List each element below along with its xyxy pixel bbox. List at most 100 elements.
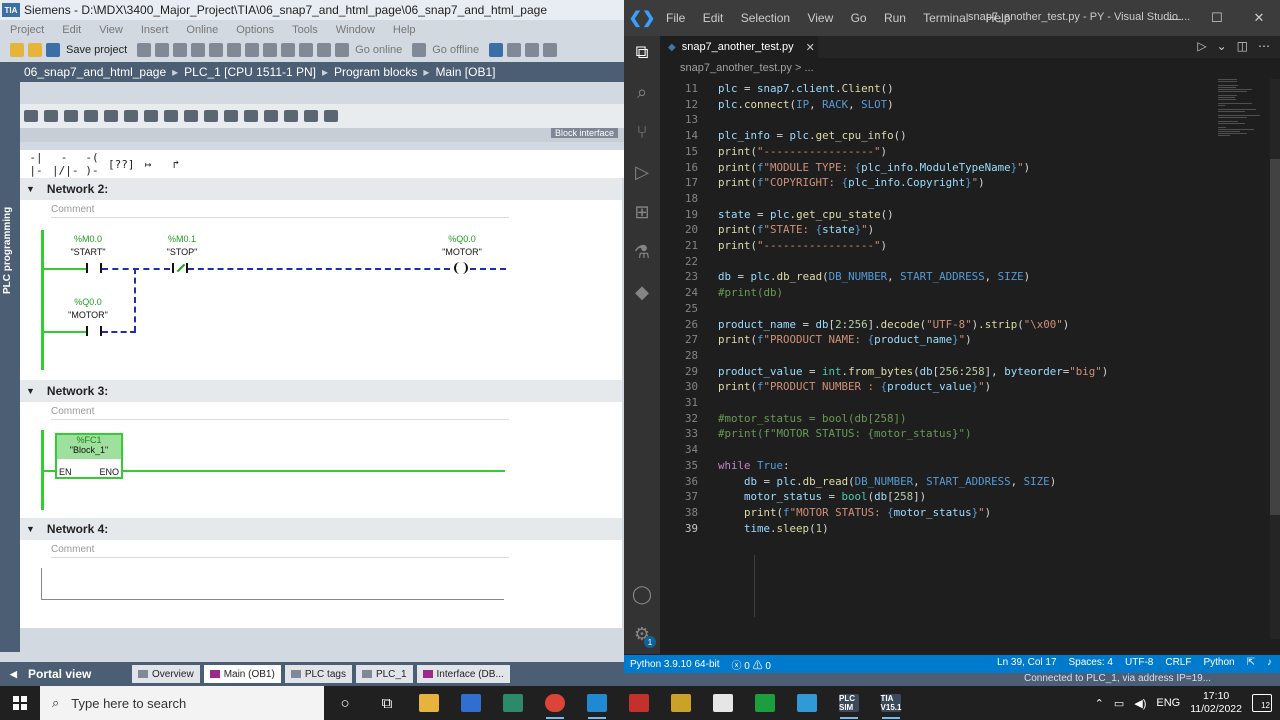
tia-menu-help[interactable]: Help (393, 24, 416, 36)
empty-rung[interactable] (42, 599, 504, 600)
network-3-header[interactable]: ▼ Network 3: (20, 380, 622, 402)
more-actions-icon[interactable]: ⋯ (1258, 39, 1270, 53)
nc-contact-icon[interactable]: -|/|- (52, 151, 79, 177)
monitor-on-off-icon[interactable] (284, 110, 298, 122)
close-all-networks-icon[interactable] (84, 110, 98, 122)
code-line[interactable]: 30 print(f"PRODUCT NUMBER : {product_valu… (660, 379, 1216, 395)
vscode-menu-file[interactable]: File (666, 11, 685, 25)
compile-icon[interactable] (263, 43, 278, 57)
tab-main-ob1[interactable]: Main (OB1) (203, 665, 281, 683)
tab-plc-1[interactable]: PLC_1 (355, 665, 413, 683)
no-contact-icon[interactable]: -| |- (24, 151, 48, 177)
go-online-button[interactable]: Go online (355, 44, 402, 56)
git-icon[interactable] (492, 686, 534, 720)
upload-icon[interactable] (299, 43, 314, 57)
snapshot-icon[interactable] (304, 110, 318, 122)
breadcrumb-plc[interactable]: PLC_1 [CPU 1511-1 PN] (184, 65, 316, 79)
simulation-icon[interactable] (317, 43, 332, 57)
open-project-icon[interactable] (28, 43, 42, 57)
vscode-menu-edit[interactable]: Edit (703, 11, 724, 25)
modify-icon[interactable] (204, 110, 218, 122)
network-2-comment[interactable]: Comment (51, 204, 509, 218)
open-branch-icon[interactable]: ↦ (136, 158, 160, 171)
close-editor-icon[interactable] (543, 43, 558, 57)
search-icon[interactable]: ⌕ (630, 80, 654, 104)
code-line[interactable]: 16 print(f"MODULE TYPE: {plc_info.ModuleT… (660, 160, 1216, 176)
volume-icon[interactable]: ◀) (1134, 697, 1146, 710)
start-symbol[interactable]: "START" (58, 247, 118, 257)
notification-center-icon[interactable]: 12 (1252, 694, 1272, 712)
tab-plc-tags[interactable]: PLC tags (284, 665, 352, 683)
tia-menu-options[interactable]: Options (236, 24, 274, 36)
delete-icon[interactable] (209, 43, 224, 57)
code-line[interactable]: 23 db = plc.db_read(DB_NUMBER, START_ADDR… (660, 269, 1216, 285)
collapse-triangle-icon[interactable]: ▼ (26, 184, 35, 194)
vscode-menu-run[interactable]: Run (884, 11, 906, 25)
motor-symbol[interactable]: "MOTOR" (432, 247, 492, 257)
plcsim-icon[interactable]: PLC SIM (828, 686, 870, 720)
tia-menu-edit[interactable]: Edit (62, 24, 81, 36)
hold-symbol[interactable]: "MOTOR" (58, 310, 118, 320)
app-icon[interactable] (660, 686, 702, 720)
code-line[interactable]: 14 plc_info = plc.get_cpu_info() (660, 128, 1216, 144)
collapse-triangle-icon[interactable]: ▼ (26, 386, 35, 396)
source-control-icon[interactable]: ⑂ (630, 120, 654, 144)
compare-icon[interactable] (264, 110, 278, 122)
code-line[interactable]: 20 print(f"STATE: {state}") (660, 222, 1216, 238)
print-icon[interactable] (137, 43, 152, 57)
code-line[interactable]: 19 state = plc.get_cpu_state() (660, 207, 1216, 223)
network-4-comment[interactable]: Comment (51, 544, 509, 558)
code-line[interactable]: 21 print("-----------------") (660, 238, 1216, 254)
tia-menu-window[interactable]: Window (336, 24, 375, 36)
language-mode[interactable]: Python (1203, 657, 1234, 668)
save-icon[interactable] (46, 43, 60, 57)
editor-scrollbar[interactable] (1270, 79, 1280, 639)
paste-icon[interactable] (191, 43, 206, 57)
app-icon[interactable] (744, 686, 786, 720)
vscode-menu-terminal[interactable]: Terminal (923, 11, 968, 25)
coil-icon[interactable]: -( )- (80, 151, 104, 177)
code-line[interactable]: 26 product_name = db[2:256].decode("UTF-8… (660, 317, 1216, 333)
clock[interactable]: 17:10 11/02/2022 (1190, 690, 1242, 716)
taskbar-search[interactable]: ⌕ Type here to search (40, 686, 324, 720)
cursor-position[interactable]: Ln 39, Col 17 (997, 657, 1057, 668)
go-online-icon[interactable] (335, 43, 350, 57)
favorites-icon[interactable] (124, 110, 138, 122)
code-line[interactable]: 39 time.sleep(1) (660, 521, 1216, 537)
problems-count[interactable]: ⓧ 0 ⚠ 0 (732, 657, 771, 672)
accounts-icon[interactable]: ◯ (630, 582, 654, 606)
vscode-menu-go[interactable]: Go (851, 11, 867, 25)
code-line[interactable]: 35 while True: (660, 458, 1216, 474)
code-line[interactable]: 22 (660, 254, 1216, 270)
tab-snap7-another-test[interactable]: ◆ snap7_another_test.py ✕ (660, 36, 818, 58)
code-line[interactable]: 13 (660, 112, 1216, 128)
code-line[interactable]: 37 motor_status = bool(db[258]) (660, 489, 1216, 505)
redo-icon[interactable] (245, 43, 260, 57)
delete-network-icon[interactable] (44, 110, 58, 122)
go-to-error-icon[interactable] (184, 110, 198, 122)
scrollbar-thumb[interactable] (1270, 159, 1280, 515)
code-line[interactable]: 17 print(f"COPYRIGHT: {plc_info.Copyright… (660, 175, 1216, 191)
extensions-icon[interactable]: ⊞ (630, 200, 654, 224)
minimize-icon[interactable]: — (1154, 0, 1196, 36)
code-line[interactable]: 11 plc = snap7.client.Client() (660, 81, 1216, 97)
breadcrumb-main-ob1[interactable]: Main [OB1] (435, 65, 495, 79)
code-line[interactable]: 33 #print(f"MOTOR STATUS: {motor_status}"… (660, 426, 1216, 442)
plc-programming-label[interactable]: PLC programming (2, 190, 18, 310)
code-line[interactable]: 12 plc.connect(IP, RACK, SLOT) (660, 97, 1216, 113)
python-interpreter[interactable]: Python 3.9.10 64-bit (630, 659, 720, 670)
code-line[interactable]: 36 db = plc.db_read(DB_NUMBER, START_ADD… (660, 474, 1216, 490)
file-explorer-icon[interactable] (408, 686, 450, 720)
testing-icon[interactable]: ⚗ (630, 240, 654, 264)
close-icon[interactable]: ✕ (1238, 0, 1280, 36)
app-icon[interactable] (702, 686, 744, 720)
stop-nc-contact[interactable] (172, 263, 188, 273)
code-line[interactable]: 29 product_value = int.from_bytes(db[256:… (660, 364, 1216, 380)
encoding[interactable]: UTF-8 (1125, 657, 1153, 668)
copy-icon[interactable] (173, 43, 188, 57)
input-language[interactable]: ENG (1156, 697, 1180, 709)
tab-overview[interactable]: Overview (132, 665, 200, 683)
line-endings[interactable]: CRLF (1165, 657, 1191, 668)
editor-breadcrumb[interactable]: snap7_another_test.py > ... (660, 62, 1280, 78)
maximize-icon[interactable]: ☐ (1196, 0, 1238, 36)
